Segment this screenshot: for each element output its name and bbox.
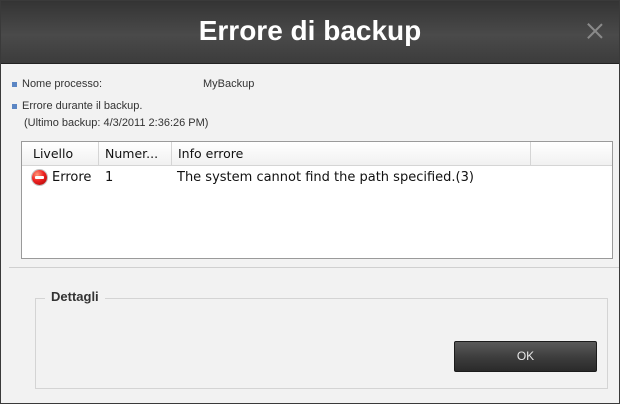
- divider: [9, 267, 619, 268]
- ok-button[interactable]: OK: [454, 341, 597, 372]
- row-level: Errore: [52, 170, 92, 185]
- details-legend: Dettagli: [45, 289, 105, 304]
- bullet-icon: [12, 104, 17, 109]
- error-dialog: Errore di backup Nome processo: MyBackup…: [0, 0, 620, 404]
- dialog-title: Errore di backup: [198, 15, 422, 46]
- column-divider[interactable]: [530, 142, 531, 165]
- column-header-number[interactable]: Numer...: [99, 142, 171, 165]
- close-icon[interactable]: [585, 21, 605, 41]
- bullet-icon: [12, 82, 17, 87]
- title-bar[interactable]: Errore di backup: [1, 1, 619, 64]
- error-list[interactable]: Livello Numer... Info errore Errore 1 Th…: [21, 141, 613, 259]
- process-value: MyBackup: [203, 78, 255, 90]
- error-icon: [32, 170, 47, 185]
- table-row[interactable]: Errore 1 The system cannot find the path…: [22, 166, 612, 190]
- row-number: 1: [105, 170, 114, 185]
- row-info: The system cannot find the path specifie…: [177, 170, 474, 185]
- column-header-info[interactable]: Info errore: [172, 142, 527, 165]
- list-header: Livello Numer... Info errore: [22, 142, 612, 166]
- process-label: Nome processo:: [22, 78, 103, 90]
- last-backup-info: (Ultimo backup: 4/3/2011 2:36:26 PM): [24, 117, 209, 129]
- error-message: Errore durante il backup.: [22, 100, 143, 112]
- column-header-level[interactable]: Livello: [27, 142, 97, 165]
